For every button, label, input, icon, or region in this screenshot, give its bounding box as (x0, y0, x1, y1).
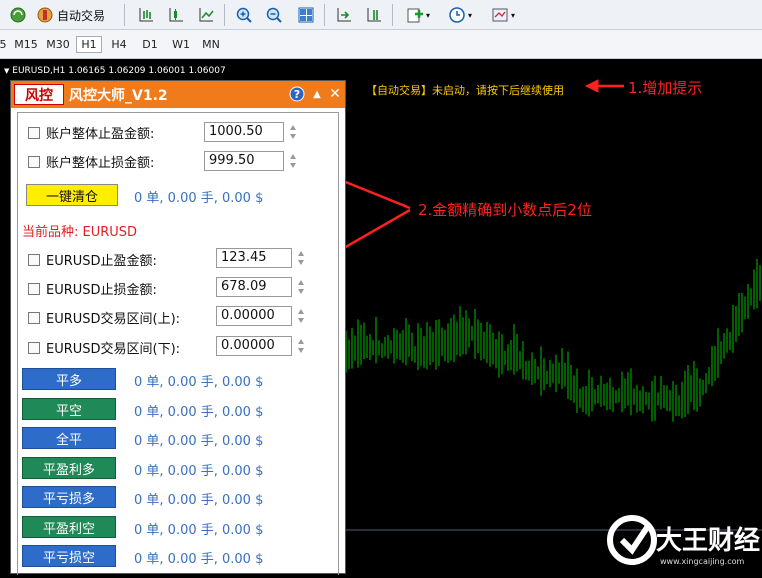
symbol-tp-spinner-icon[interactable] (296, 248, 306, 268)
total-tp-checkbox[interactable] (28, 127, 40, 139)
symbol-tp-input[interactable]: 123.45 (216, 248, 292, 268)
candle-chart-icon[interactable] (166, 5, 186, 25)
timeframe-item[interactable]: M30 (44, 36, 72, 53)
annotation-2: 2.金额精确到小数点后2位 (418, 201, 592, 219)
total-sl-label: 账户整体止损金额: (46, 156, 155, 171)
range-up-spinner-icon[interactable] (296, 306, 306, 326)
close-long-status: 0 单, 0.00 手, 0.00 $ (134, 375, 264, 390)
close-icon[interactable]: ✕ (327, 86, 343, 102)
auto-trading-label: 自动交易 (57, 8, 106, 23)
zoom-out-icon[interactable] (264, 5, 284, 25)
symbol-sl-input[interactable]: 678.09 (216, 277, 292, 297)
chart-symbol-marker-icon: ▼ (4, 67, 10, 75)
auto-trading-button[interactable]: 自动交易 (36, 5, 116, 25)
line-chart-icon[interactable] (196, 5, 216, 25)
current-symbol: 当前品种: EURUSD (22, 225, 138, 240)
indicators-button[interactable]: ▾ (402, 5, 434, 25)
close-short-status: 0 单, 0.00 手, 0.00 $ (134, 405, 264, 420)
periods-icon (448, 6, 466, 24)
range-up-label: EURUSD交易区间(上): (46, 312, 181, 327)
panel-body: 账户整体止盈金额: 1000.50 账户整体止损金额: 999.50 一键清仓 … (17, 112, 339, 575)
templates-icon (491, 6, 509, 24)
close-profit-long-button[interactable]: 平盈利多 (22, 457, 116, 479)
watermark-name: 大王财经 (656, 526, 761, 556)
periods-button[interactable]: ▾ (444, 5, 476, 25)
auto-trading-icon (36, 6, 54, 24)
symbol-tp-label: EURUSD止盈金额: (46, 254, 157, 269)
indicators-icon (406, 6, 424, 24)
close-loss-short-button[interactable]: 平亏损空 (22, 545, 116, 567)
close-loss-short-status: 0 单, 0.00 手, 0.00 $ (134, 552, 264, 567)
chevron-down-icon: ▾ (510, 10, 515, 20)
help-icon[interactable]: ? (289, 86, 305, 102)
close-loss-long-status: 0 单, 0.00 手, 0.00 $ (134, 493, 264, 508)
ohlc-readout: ▼ EURUSD,H1 1.06165 1.06209 1.06001 1.06… (4, 66, 226, 76)
main-toolbar: 自动交易 ▾ ▾ ▾ (0, 0, 762, 30)
timeframe-item[interactable]: MN (198, 36, 224, 53)
range-down-checkbox[interactable] (28, 342, 40, 354)
total-sl-checkbox[interactable] (28, 156, 40, 168)
ohlc-text: EURUSD,H1 1.06165 1.06209 1.06001 1.0600… (12, 66, 226, 76)
timeframe-item[interactable]: M15 (12, 36, 40, 53)
range-up-input[interactable]: 0.00000 (216, 306, 292, 326)
close-loss-long-button[interactable]: 平亏损多 (22, 486, 116, 508)
total-tp-label: 账户整体止盈金额: (46, 127, 155, 142)
symbol-sl-spinner-icon[interactable] (296, 277, 306, 297)
autoscroll-icon[interactable] (334, 5, 354, 25)
watermark: 大王财经 www.xingcaijing.com (604, 510, 762, 574)
range-down-input[interactable]: 0.00000 (216, 336, 292, 356)
range-down-spinner-icon[interactable] (296, 336, 306, 356)
chart-shift-icon[interactable] (364, 5, 384, 25)
range-down-label: EURUSD交易区间(下): (46, 342, 181, 357)
timeframe-m5[interactable]: 5 (0, 36, 9, 53)
symbol-sl-checkbox[interactable] (28, 283, 40, 295)
tile-windows-icon[interactable] (296, 5, 316, 25)
range-up-checkbox[interactable] (28, 312, 40, 324)
total-sl-spinner-icon[interactable] (288, 151, 298, 171)
total-sl-input[interactable]: 999.50 (204, 151, 284, 171)
auto-trade-hint: 【自动交易】未启动，请按下后继续使用 (366, 84, 564, 97)
annotation-1: 1.增加提示 (628, 79, 703, 97)
close-all-button[interactable]: 一键清仓 (26, 184, 118, 206)
bar-chart-icon[interactable] (136, 5, 156, 25)
templates-button[interactable]: ▾ (486, 5, 520, 25)
close-short-button[interactable]: 平空 (22, 398, 116, 420)
total-tp-input[interactable]: 1000.50 (204, 122, 284, 142)
close-profit-short-status: 0 单, 0.00 手, 0.00 $ (134, 523, 264, 538)
timeframe-item[interactable]: H4 (106, 36, 132, 53)
total-tp-spinner-icon[interactable] (288, 122, 298, 142)
panel-logo: 风控 (14, 84, 64, 105)
close-long-button[interactable]: 平多 (22, 368, 116, 390)
timeframe-item-active[interactable]: H1 (76, 36, 102, 53)
close-all-positions-status: 0 单, 0.00 手, 0.00 $ (134, 434, 264, 449)
close-all-positions-button[interactable]: 全平 (22, 427, 116, 449)
symbol-sl-label: EURUSD止损金额: (46, 283, 157, 298)
svg-text:?: ? (294, 88, 300, 101)
connect-icon[interactable] (8, 5, 28, 25)
close-profit-long-status: 0 单, 0.00 手, 0.00 $ (134, 464, 264, 479)
chevron-down-icon: ▾ (467, 10, 472, 20)
zoom-in-icon[interactable] (234, 5, 254, 25)
watermark-url: www.xingcaijing.com (660, 557, 745, 566)
panel-header[interactable]: 风控 风控大师_V1.2 ? ▲ ✕ (11, 81, 345, 108)
timeframe-item[interactable]: D1 (137, 36, 163, 53)
collapse-icon[interactable]: ▲ (309, 86, 325, 102)
chevron-down-icon: ▾ (425, 10, 430, 20)
close-all-status: 0 单, 0.00 手, 0.00 $ (134, 191, 264, 206)
timeframe-item[interactable]: W1 (168, 36, 194, 53)
symbol-tp-checkbox[interactable] (28, 254, 40, 266)
timeframe-bar: 5 M15 M30 H1 H4 D1 W1 MN (0, 30, 762, 59)
risk-panel: 风控 风控大师_V1.2 ? ▲ ✕ 账户整体止盈金额: 1000.50 账户整… (10, 80, 346, 575)
close-profit-short-button[interactable]: 平盈利空 (22, 516, 116, 538)
panel-title: 风控大师_V1.2 (69, 88, 168, 104)
